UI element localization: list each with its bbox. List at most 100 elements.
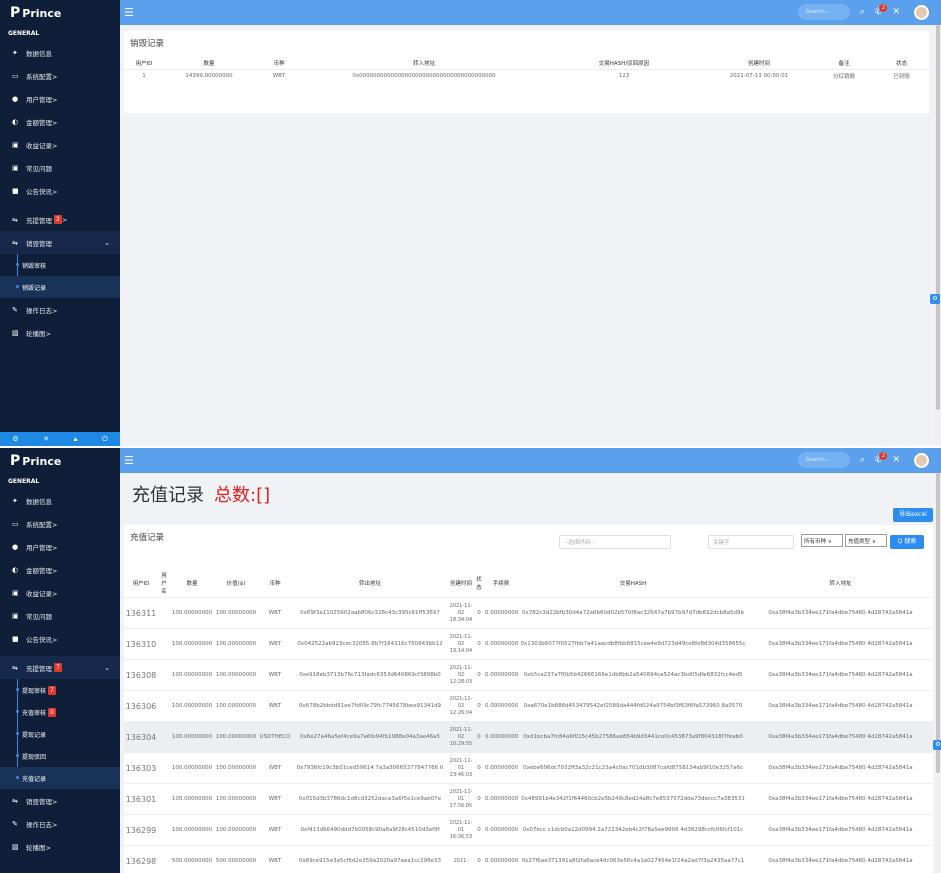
hamburger-menu-icon[interactable]: ☰ — [124, 6, 134, 19]
sidebar-subitem-withdraw-audit[interactable]: 提现审核 7 — [0, 679, 120, 701]
floating-settings-icon[interactable]: ⚙ — [930, 294, 940, 304]
notice-icon: ■ — [12, 186, 19, 195]
fullscreen-icon[interactable]: ✕ — [892, 455, 900, 465]
scrollbar-thumb[interactable] — [936, 473, 940, 773]
col-status[interactable]: 状态 — [874, 57, 929, 70]
sidebar-subitem-deposit-records[interactable]: 充值记录 — [0, 767, 120, 789]
search-button[interactable]: Q 搜索 — [890, 535, 924, 549]
sidebar-item-earnings[interactable]: ▣ 收益记录> — [0, 581, 120, 604]
notice-icon: ■ — [12, 634, 19, 643]
col-amount[interactable]: 数量 — [170, 569, 214, 598]
sidebar-item-destroy[interactable]: ⇋ 销毁管理 ⌄ — [0, 231, 120, 254]
chevron-down-icon: ⌄ — [104, 238, 110, 247]
sidebar-subitem-destroy-records[interactable]: 销毁记录 — [0, 276, 120, 298]
user-icon: ● — [12, 542, 19, 551]
export-excel-button[interactable]: 导出excel — [893, 508, 933, 522]
sidebar-item-deposit-withdraw[interactable]: ⇋ 充提管理 7 ⌄ — [0, 656, 120, 679]
table-row[interactable]: 136303 100.00000000 100.00000000 WBT 0x7936f… — [124, 752, 933, 784]
col-username[interactable]: 用户名 — [158, 569, 170, 598]
settings-icon[interactable]: ⚙ — [12, 435, 18, 443]
scrollbar[interactable] — [935, 473, 941, 873]
sidebar-item-oplog[interactable]: ✎ 操作日志> — [0, 298, 120, 321]
search-input[interactable]: Search... — [797, 452, 850, 468]
exchange-icon: ⇋ — [12, 796, 18, 805]
table-row[interactable]: 136306 100.00000000 100.00000000 WBT 0x678b2… — [124, 690, 933, 722]
sidebar-subitem-destroy-audit[interactable]: 销毁审核 — [0, 254, 120, 276]
col-coin[interactable]: 币种 — [258, 569, 292, 598]
keyword-input[interactable]: 关键字 — [708, 535, 794, 549]
sidebar-subitem-deposit-audit[interactable]: 充值审核 0 — [0, 701, 120, 723]
col-user-id[interactable]: 用户ID — [124, 569, 158, 598]
col-amount[interactable]: 数量 — [164, 57, 254, 70]
screenshot-destroy-records: P Prince GENERAL ✦ 数据信息 ▭ 系统配置> ● 用户管理> ◐ 金额管… — [0, 0, 941, 446]
top-navbar: ☰ Search... ⌕ ✆ 2 ✕ — [120, 0, 941, 25]
col-hash[interactable]: 交易HASH/驳回原因 — [544, 57, 704, 70]
sidebar-item-money[interactable]: ◐ 金额管理> — [0, 558, 120, 581]
col-tx-hash[interactable]: 交易HASH — [518, 569, 748, 598]
table-row[interactable]: 136301 100.00000000 100.00000000 WBT 0x015d3… — [124, 783, 933, 815]
col-fee[interactable]: 手续费 — [484, 569, 518, 598]
sidebar-subitem-withdraw-rejected[interactable]: 提现驳回 — [0, 745, 120, 767]
col-from-address[interactable]: 转出地址 — [292, 569, 448, 598]
sidebar-item-destroy[interactable]: ⇋ 销毁管理> — [0, 789, 120, 812]
sidebar-item-system[interactable]: ▭ 系统配置> — [0, 64, 120, 87]
sidebar-item-money[interactable]: ◐ 金额管理> — [0, 110, 120, 133]
table-row[interactable]: 136311 100.00000000 100.00000000 WBT 0x69f3a… — [124, 597, 933, 629]
sidebar-item-carousel[interactable]: ▨ 轮播图> — [0, 835, 120, 858]
hamburger-menu-icon[interactable]: ☰ — [124, 454, 134, 467]
table-row[interactable]: 136299 100.00000000 100.00000000 WBT 0xf413d… — [124, 814, 933, 846]
table-row[interactable]: 136298 500.00000000 500.00000000 WBT 0x69ce9… — [124, 845, 933, 873]
sidebar-item-notice[interactable]: ■ 公告快讯> — [0, 179, 120, 202]
col-user-id[interactable]: 用户ID — [124, 57, 164, 70]
sidebar-nav: ✦ 数据信息 ▭ 系统配置> ● 用户管理> ◐ 金额管理> ▣ 收益记录> ▣ 常见问题 … — [0, 41, 120, 254]
total-count: 总数:[] — [214, 485, 271, 506]
lock-icon[interactable]: 🔒︎ — [74, 435, 78, 444]
floating-settings-icon[interactable]: ⚙ — [933, 740, 941, 750]
power-icon[interactable]: ⏻ — [102, 435, 108, 444]
sidebar-item-deposit-withdraw[interactable]: ⇋ 充提管理 2 > — [0, 208, 120, 231]
p-logo-icon: P — [10, 5, 21, 21]
avatar[interactable] — [914, 452, 929, 468]
sidebar-item-users[interactable]: ● 用户管理> — [0, 535, 120, 558]
date-picker-input[interactable]: --选择时间-- — [559, 535, 671, 549]
table-row[interactable]: 136310 100.00000000 100.00000000 WBT 0x04252… — [124, 628, 933, 660]
col-to-address[interactable]: 转入地址 — [748, 569, 933, 598]
type-select[interactable]: 充值类型 ∨ — [845, 534, 887, 547]
sidebar-item-system[interactable]: ▭ 系统配置> — [0, 512, 120, 535]
sidebar-item-dashboard[interactable]: ✦ 数据信息 — [0, 489, 120, 512]
col-created[interactable]: 创建时间 — [704, 57, 814, 70]
sidebar-item-users[interactable]: ● 用户管理> — [0, 87, 120, 110]
col-remark[interactable]: 备注 — [814, 57, 874, 70]
table-row[interactable]: 1 14399.00000000 WBT 0x00000000000000000… — [124, 69, 929, 83]
sidebar-item-oplog[interactable]: ✎ 操作日志> — [0, 812, 120, 835]
sidebar-item-faq[interactable]: ▣ 常见问题 — [0, 156, 120, 179]
sidebar-item-earnings[interactable]: ▣ 收益记录> — [0, 133, 120, 156]
search-icon[interactable]: ⌕ — [860, 7, 865, 17]
scrollbar-thumb[interactable] — [936, 25, 940, 410]
notification-bell-icon[interactable]: ✆ 2 — [875, 452, 888, 465]
brand-logo[interactable]: P Prince — [0, 448, 120, 474]
col-coin[interactable]: 币种 — [254, 57, 304, 70]
scrollbar[interactable] — [935, 25, 941, 446]
table-row[interactable]: 136308 100.00000000 100.00000000 WBT 0xe918e… — [124, 659, 933, 691]
search-input[interactable]: Search... — [797, 4, 850, 20]
exchange-icon: ⇋ — [12, 215, 18, 224]
search-icon[interactable]: ⌕ — [860, 455, 865, 465]
col-to-address[interactable]: 转入地址 — [304, 57, 544, 70]
col-created[interactable]: 创建时间 — [448, 569, 474, 598]
fullscreen-icon[interactable]: ✕ — [892, 7, 900, 17]
screenshot-deposit-records: P Prince GENERAL ✦ 数据信息 ▭ 系统配置> ● 用户管理> ◐ 金额管… — [0, 448, 941, 873]
table-row[interactable]: 136304 100.00000000 100.00000000 USDTHECO 0x… — [124, 721, 933, 753]
brand-logo[interactable]: P Prince — [0, 0, 120, 26]
col-status[interactable]: 状态 — [474, 569, 484, 598]
avatar[interactable] — [914, 4, 929, 20]
sidebar-item-notice[interactable]: ■ 公告快讯> — [0, 627, 120, 650]
sidebar-item-dashboard[interactable]: ✦ 数据信息 — [0, 41, 120, 64]
sidebar-subitem-withdraw-records[interactable]: 提现记录 — [0, 723, 120, 745]
sidebar-item-faq[interactable]: ▣ 常见问题 — [0, 604, 120, 627]
col-value[interactable]: 价值($) — [214, 569, 258, 598]
notification-bell-icon[interactable]: ✆ 2 — [875, 4, 888, 17]
coin-select[interactable]: 所有币种 ∨ — [801, 534, 843, 547]
sidebar-item-carousel[interactable]: ▨ 轮播图> — [0, 321, 120, 344]
fullscreen-icon[interactable]: ✕ — [43, 435, 49, 443]
